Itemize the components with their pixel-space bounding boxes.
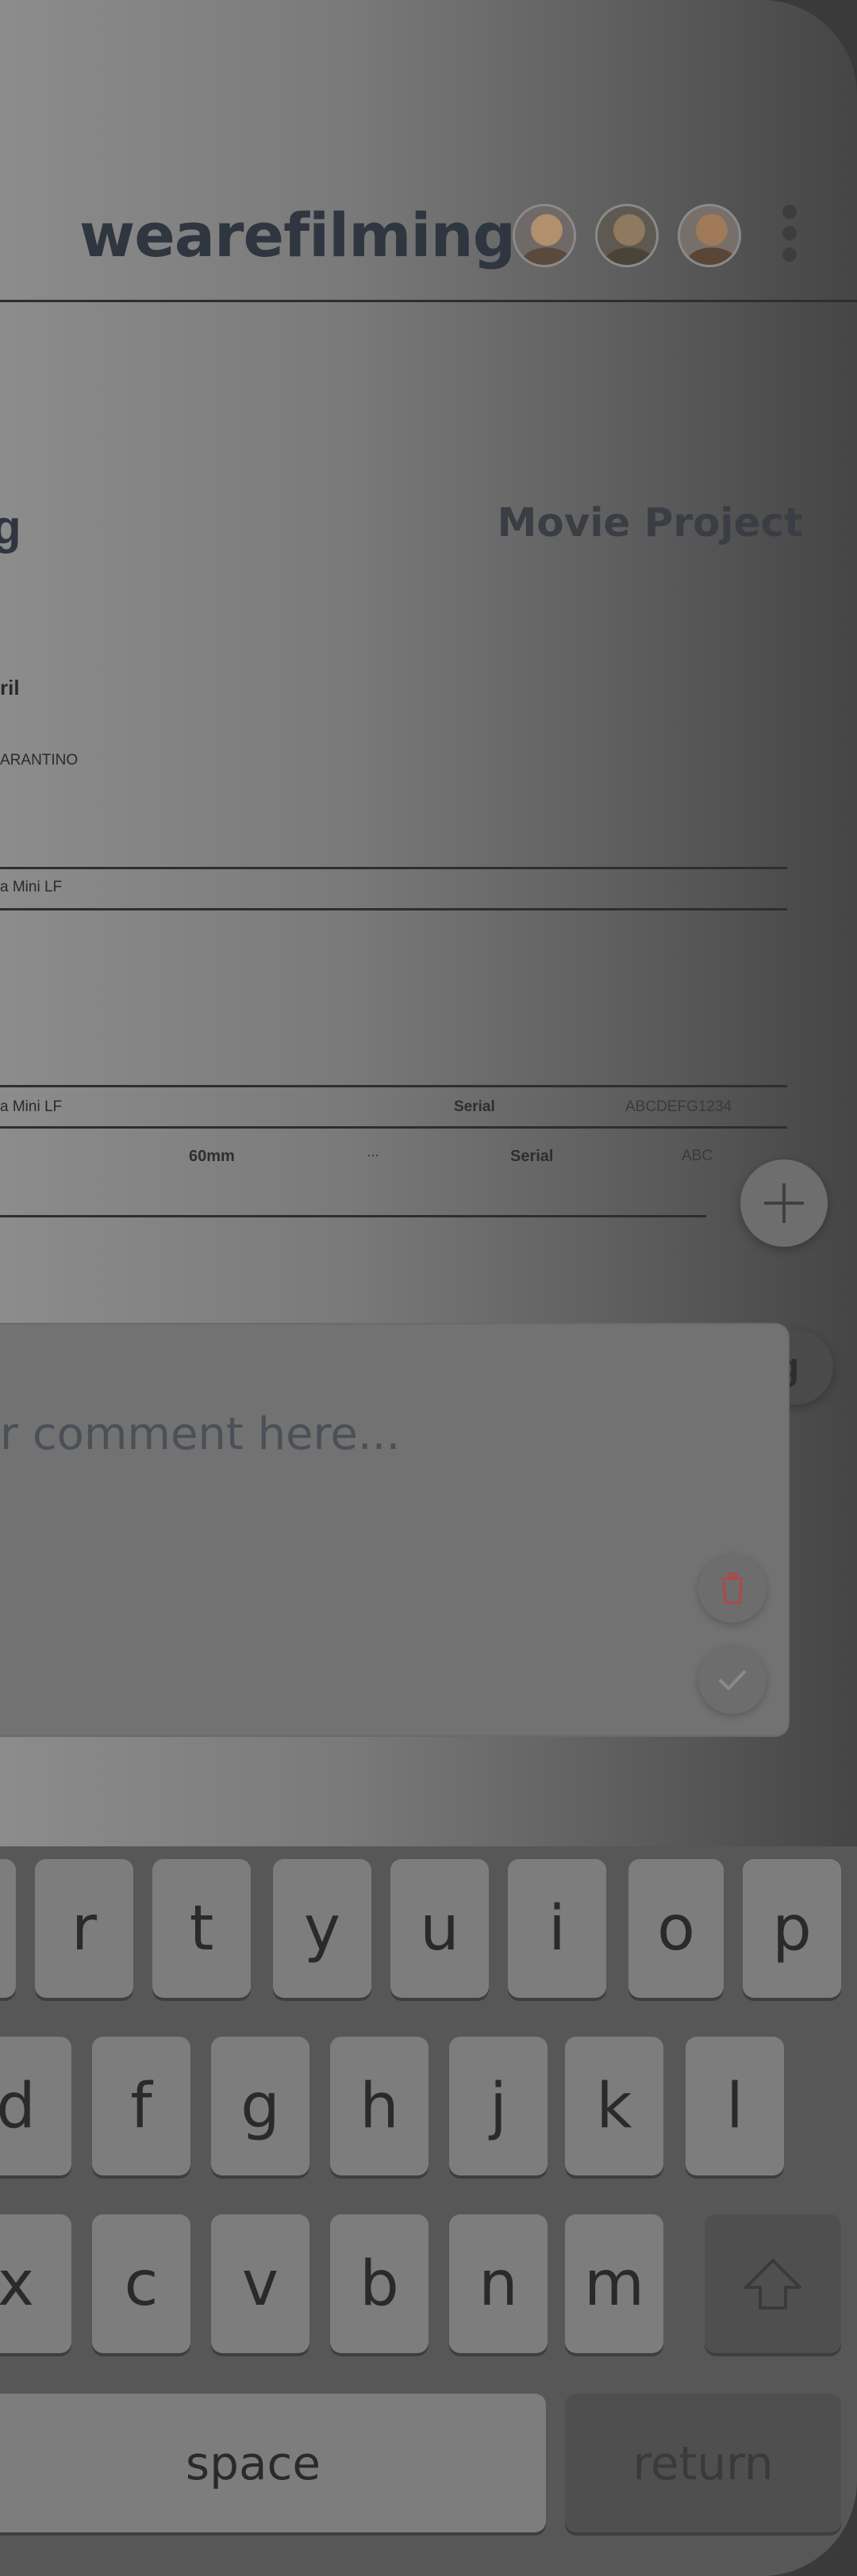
space-key[interactable]: space: [0, 2394, 546, 2532]
serial-label-2: Serial: [510, 1148, 554, 1165]
key-m[interactable]: m: [565, 2214, 663, 2353]
divider: [0, 908, 787, 910]
divider: [0, 867, 787, 869]
camera-row[interactable]: a Mini LF: [0, 879, 62, 896]
key-i[interactable]: i: [508, 1859, 606, 1998]
lens-value: 60mm: [189, 1148, 235, 1165]
divider: [0, 1215, 706, 1217]
avatar[interactable]: [678, 204, 741, 267]
key-p[interactable]: p: [743, 1859, 841, 1998]
key-b[interactable]: b: [330, 2214, 428, 2353]
key-f[interactable]: f: [92, 2037, 190, 2175]
header-divider: [0, 300, 857, 302]
confirm-button[interactable]: [698, 1646, 767, 1714]
serial-label: Serial: [454, 1098, 495, 1115]
key-x[interactable]: x: [0, 2214, 71, 2353]
top-bar: wearefilming: [0, 159, 857, 301]
project-title-fragment: g: [0, 500, 21, 554]
comment-card[interactable]: [0, 1323, 790, 1737]
key-r[interactable]: r: [35, 1859, 133, 1998]
project-label: Movie Project: [497, 500, 803, 546]
info-line-2: ARANTINO: [0, 752, 79, 769]
more-options-icon[interactable]: [778, 205, 801, 268]
serial-value-2: ABC: [682, 1148, 713, 1164]
key-n[interactable]: n: [449, 2214, 548, 2353]
key-y[interactable]: y: [273, 1859, 371, 1998]
key-u[interactable]: u: [390, 1859, 489, 1998]
tablet-screen: wearefilming g Movie Project ril ARANTIN…: [0, 0, 857, 2576]
key-g[interactable]: g: [211, 2037, 309, 2175]
key-partial[interactable]: [0, 1859, 16, 1998]
avatar[interactable]: [595, 204, 659, 267]
trash-icon: [721, 1573, 744, 1604]
return-key[interactable]: return: [565, 2394, 841, 2532]
key-k[interactable]: k: [565, 2037, 663, 2175]
ellipsis: ...: [367, 1144, 379, 1160]
on-screen-keyboard: r t y u i o p d f g h j k l x c v b n m …: [0, 1846, 857, 2576]
brand-title: wearefilming: [79, 200, 516, 270]
shift-key[interactable]: [705, 2214, 841, 2353]
key-j[interactable]: j: [449, 2037, 548, 2175]
divider: [0, 1085, 787, 1087]
key-v[interactable]: v: [211, 2214, 309, 2353]
avatar-woman-dark: [613, 214, 645, 246]
comment-input[interactable]: r comment here...: [0, 1409, 400, 1460]
check-icon: [718, 1669, 747, 1691]
key-d[interactable]: d: [0, 2037, 71, 2175]
shift-icon: [744, 2258, 801, 2310]
divider: [0, 1126, 787, 1129]
avatar-woman-blonde: [531, 214, 563, 246]
key-t[interactable]: t: [152, 1859, 251, 1998]
serial-value: ABCDEFG1234: [625, 1098, 732, 1115]
avatar[interactable]: [513, 204, 576, 267]
key-l[interactable]: l: [686, 2037, 784, 2175]
key-h[interactable]: h: [330, 2037, 428, 2175]
key-o[interactable]: o: [628, 1859, 724, 1998]
add-button[interactable]: [740, 1160, 828, 1247]
key-c[interactable]: c: [92, 2214, 190, 2353]
info-line-1: ril: [0, 676, 20, 700]
avatar-man-glasses: [696, 214, 728, 246]
camera-row[interactable]: a Mini LF: [0, 1098, 62, 1116]
delete-button[interactable]: [698, 1554, 767, 1623]
